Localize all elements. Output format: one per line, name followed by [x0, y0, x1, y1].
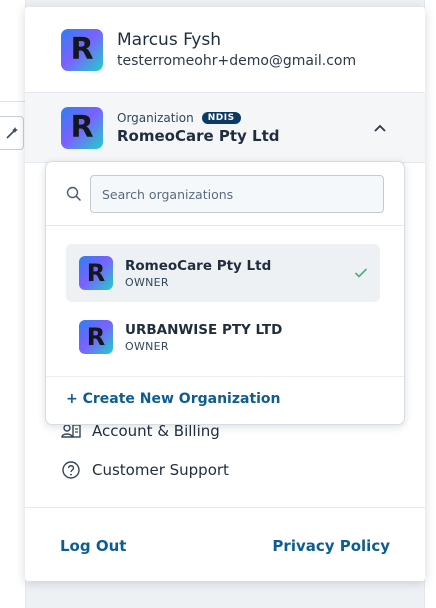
search-organizations-input[interactable] [90, 175, 384, 213]
background-app-edge-right [424, 0, 436, 608]
customer-support-link[interactable]: Customer Support [61, 460, 229, 480]
chevron-up-icon[interactable] [373, 121, 387, 135]
organization-option-urbanwise[interactable]: R URBANWISE PTY LTD OWNER [66, 308, 380, 366]
menu-footer: Log Out Privacy Policy [25, 507, 425, 581]
organization-option-romeocare[interactable]: R RomeoCare Pty Ltd OWNER [66, 244, 380, 302]
help-circle-icon [62, 461, 80, 479]
background-app-edge [0, 0, 26, 608]
ndis-badge: NDIS [201, 111, 241, 124]
user-info: Marcus Fysh testerromeohr+demo@gmail.com [117, 29, 356, 71]
privacy-policy-link[interactable]: Privacy Policy [272, 537, 390, 555]
search-icon [66, 186, 82, 202]
check-icon [354, 268, 368, 278]
customer-support-label: Customer Support [92, 461, 229, 479]
organization-option-name: URBANWISE PTY LTD [125, 321, 283, 338]
dropdown-divider [46, 225, 404, 226]
organization-logo: R [61, 106, 103, 149]
create-new-organization-link[interactable]: + Create New Organization [66, 391, 281, 407]
dropdown-divider [46, 376, 404, 377]
background-divider [0, 101, 26, 102]
organization-option-logo: R [79, 256, 113, 290]
organization-option-role: OWNER [125, 339, 169, 353]
organization-dropdown: R RomeoCare Pty Ltd OWNER R URBANWISE PT… [45, 161, 405, 425]
organization-name: RomeoCare Pty Ltd [117, 126, 280, 145]
user-avatar-logo: R [61, 28, 103, 71]
organization-switcher[interactable]: R Organization NDIS RomeoCare Pty Ltd [25, 93, 425, 163]
user-email: testerromeohr+demo@gmail.com [117, 52, 357, 69]
user-name: Marcus Fysh [117, 29, 221, 50]
magic-wand-icon [0, 116, 24, 150]
user-header: R Marcus Fysh testerromeohr+demo@gmail.c… [25, 7, 425, 93]
log-out-link[interactable]: Log Out [60, 537, 126, 555]
organization-info: Organization NDIS RomeoCare Pty Ltd [117, 111, 280, 145]
organization-option-logo: R [79, 320, 113, 354]
organization-option-name: RomeoCare Pty Ltd [125, 257, 272, 274]
organization-option-role: OWNER [125, 275, 169, 289]
organization-label: Organization [117, 110, 194, 125]
